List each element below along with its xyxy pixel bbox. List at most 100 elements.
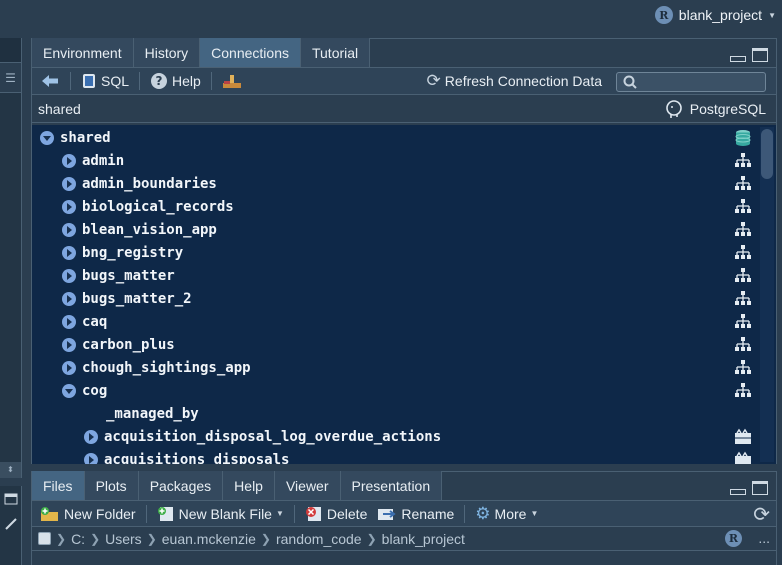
tab-packages[interactable]: Packages — [138, 471, 224, 500]
tab-presentation[interactable]: Presentation — [340, 471, 443, 500]
tab-environment[interactable]: Environment — [32, 38, 134, 67]
brush-icon[interactable] — [0, 511, 21, 536]
breadcrumb-item-blank-project[interactable]: blank_project — [382, 531, 465, 547]
delete-button[interactable]: Delete — [303, 503, 369, 525]
maximize-pane-button[interactable] — [752, 481, 768, 495]
expand-icon[interactable] — [62, 291, 76, 306]
new-blank-file-button[interactable]: New Blank File ▼ — [155, 503, 286, 525]
rename-button[interactable]: Rename — [375, 503, 456, 525]
tab-viewer[interactable]: Viewer — [274, 471, 341, 500]
tab-history[interactable]: History — [133, 38, 201, 67]
tree-schema-row[interactable]: blean_vision_app — [32, 218, 752, 241]
expand-icon[interactable] — [62, 176, 76, 191]
breadcrumb-item-drive[interactable]: C: — [71, 531, 85, 547]
connections-toolbar: SQL ? Help ⟳ Refresh Connection Data — [32, 68, 776, 95]
tree-table-row[interactable]: acquisition_disposal_log_overdue_actions — [32, 425, 752, 448]
tab-help[interactable]: Help — [223, 471, 275, 500]
tree-schema-row[interactable]: bng_registry — [32, 241, 752, 264]
expand-icon[interactable] — [62, 314, 76, 329]
schema-icon — [735, 153, 751, 167]
new-blank-file-label: New Blank File — [178, 505, 272, 522]
rename-label: Rename — [401, 505, 455, 522]
pane-window-controls — [730, 48, 768, 62]
collapse-icon[interactable] — [62, 383, 76, 398]
table-label: _managed_by — [106, 405, 199, 422]
breadcrumb-item-user[interactable]: euan.mckenzie — [162, 531, 256, 547]
expand-icon[interactable] — [62, 337, 76, 352]
gear-icon: ⚙ — [475, 503, 491, 523]
expand-icon[interactable] — [62, 222, 76, 237]
files-toolbar: New Folder New Blank File ▼ Delete Renam… — [32, 501, 776, 527]
refresh-connection-button[interactable]: ⟳ Refresh Connection Data — [425, 70, 604, 92]
connections-pane: Environment History Connections Tutorial… — [31, 38, 777, 464]
tree-schema-row[interactable]: bugs_matter_2 — [32, 287, 752, 310]
more-path-button[interactable]: ... — [758, 530, 770, 546]
toolbar-divider — [139, 72, 141, 90]
tree-schema-row[interactable]: chough_sightings_app — [32, 356, 752, 379]
tree-schema-row[interactable]: admin_boundaries — [32, 172, 752, 195]
toolbar-divider — [293, 504, 295, 523]
search-icon — [623, 75, 637, 89]
connection-driver: PostgreSQL — [664, 99, 766, 119]
expand-icon[interactable] — [62, 245, 76, 260]
expand-icon[interactable] — [62, 153, 76, 168]
tree-schema-row[interactable]: biological_records — [32, 195, 752, 218]
tab-files[interactable]: Files — [32, 471, 85, 500]
chevron-right-icon: ❯ — [366, 531, 377, 546]
tree-scrollbar[interactable] — [760, 127, 774, 462]
table-label: acquisitions_disposals — [104, 451, 290, 465]
svg-text:?: ? — [156, 74, 163, 88]
table-label: acquisition_disposal_log_overdue_actions — [104, 428, 442, 445]
tree-schema-row[interactable]: bugs_matter — [32, 264, 752, 287]
minimize-pane-button[interactable] — [730, 56, 746, 62]
schema-label: bng_registry — [82, 244, 184, 261]
tree-schema-row[interactable]: carbon_plus — [32, 333, 752, 356]
left-lower-pane-collapsed — [0, 486, 22, 565]
r-project-icon: R — [654, 6, 673, 24]
tree-table-row[interactable]: acquisitions_disposals — [32, 448, 752, 464]
expand-icon[interactable] — [84, 429, 98, 444]
new-folder-label: New Folder — [64, 505, 136, 522]
tree-schema-row[interactable]: caq — [32, 310, 752, 333]
tree-schema-row[interactable]: cog — [32, 379, 752, 402]
back-button[interactable] — [38, 70, 62, 92]
refresh-files-icon[interactable]: ⟳ — [753, 502, 770, 527]
expand-icon[interactable] — [62, 360, 76, 375]
minimize-pane-button[interactable] — [730, 489, 746, 495]
left-pane-collapsed: ☰ ⬍ — [0, 38, 22, 478]
expand-icon[interactable] — [62, 268, 76, 283]
tab-connections[interactable]: Connections — [200, 38, 301, 67]
collapse-icon[interactable] — [40, 130, 54, 145]
refresh-label: Refresh Connection Data — [444, 73, 602, 89]
toolbar-divider — [70, 72, 71, 90]
sql-label: SQL — [101, 73, 130, 89]
tree-schema-row[interactable]: admin — [32, 149, 752, 172]
window-icon[interactable] — [0, 486, 21, 511]
disconnect-button[interactable] — [220, 70, 244, 92]
maximize-pane-button[interactable] — [752, 48, 768, 62]
expand-icon[interactable] — [62, 199, 76, 214]
schema-label: chough_sightings_app — [82, 359, 251, 376]
scrollbar-thumb[interactable] — [761, 129, 773, 179]
connection-search-input[interactable] — [616, 72, 766, 92]
help-button[interactable]: ? Help — [148, 70, 203, 92]
sql-button[interactable]: SQL — [79, 70, 131, 92]
breadcrumb-item-users[interactable]: Users — [105, 531, 142, 547]
select-all-checkbox[interactable] — [38, 532, 51, 545]
new-folder-icon — [41, 506, 58, 521]
project-name: blank_project — [678, 7, 763, 23]
schema-icon — [735, 291, 751, 305]
new-folder-button[interactable]: New Folder — [38, 503, 138, 525]
tab-plots[interactable]: Plots — [84, 471, 139, 500]
tab-tutorial[interactable]: Tutorial — [300, 38, 371, 67]
help-label: Help — [172, 73, 201, 89]
tree-table-row[interactable]: _managed_by — [32, 402, 752, 425]
top-bar: R blank_project ▼ — [0, 0, 782, 30]
schema-icon — [735, 268, 751, 282]
tree-root-shared[interactable]: shared — [32, 126, 752, 149]
project-menu[interactable]: R blank_project ▼ — [654, 5, 776, 25]
more-button[interactable]: ⚙ More ▼ — [473, 503, 540, 525]
breadcrumb-item-random-code[interactable]: random_code — [276, 531, 362, 547]
expand-icon[interactable] — [84, 452, 98, 464]
left-pane-scrollbar[interactable]: ⬍ — [0, 462, 21, 478]
